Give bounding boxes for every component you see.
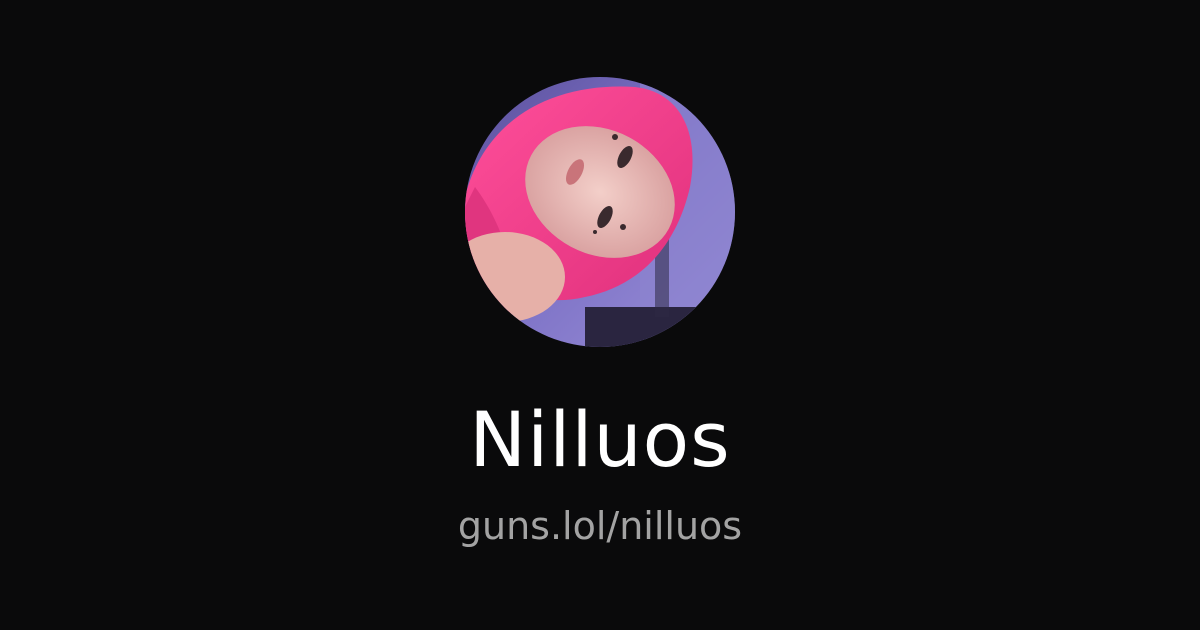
profile-url[interactable]: guns.lol/nilluos bbox=[0, 500, 1200, 552]
profile-card: Nilluos guns.lol/nilluos bbox=[0, 0, 1200, 630]
avatar bbox=[465, 77, 735, 347]
avatar-photo bbox=[465, 77, 735, 347]
display-name: Nilluos bbox=[469, 395, 731, 484]
